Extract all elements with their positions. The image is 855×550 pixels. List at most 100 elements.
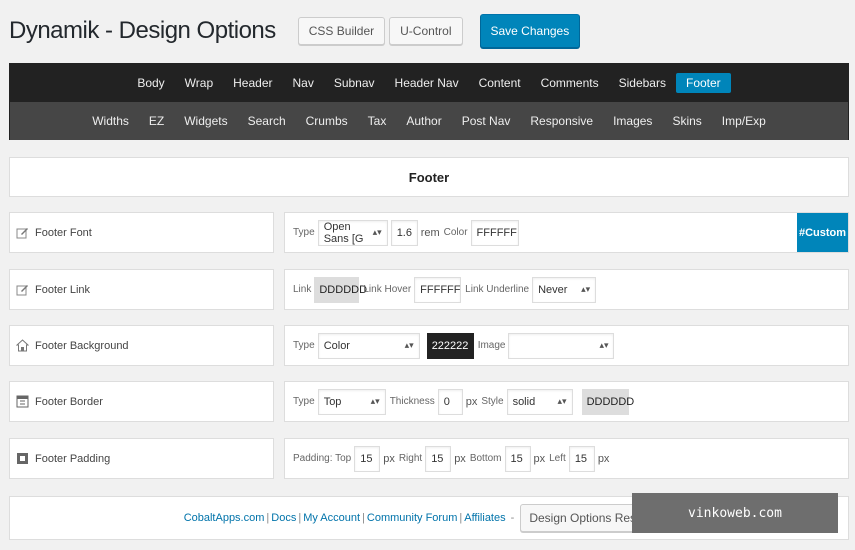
select-arrows-icon: ▴▾	[557, 396, 567, 406]
docs-link[interactable]: Docs	[271, 512, 296, 524]
row-label: Footer Border	[35, 395, 103, 408]
row-label: Footer Font	[35, 226, 92, 239]
link-underline-select[interactable]: Never ▴▾	[532, 276, 597, 303]
font-size-input[interactable]: 1.6	[390, 219, 418, 246]
row-label: Footer Link	[35, 283, 91, 296]
type-label: Type	[293, 227, 315, 238]
my-account-link[interactable]: My Account	[303, 512, 360, 524]
padding-icon	[16, 452, 29, 465]
padding-top-input[interactable]: 15	[354, 445, 381, 472]
section-title: Footer	[9, 157, 849, 197]
nav-row-bottom: Widths EZ Widgets Search Crumbs Tax Auth…	[10, 102, 848, 140]
border-type-select[interactable]: Top ▴▾	[317, 388, 386, 415]
link-label: Link	[293, 284, 312, 295]
tab-post-nav[interactable]: Post Nav	[452, 111, 521, 131]
tab-responsive[interactable]: Responsive	[520, 111, 603, 131]
tab-tax[interactable]: Tax	[358, 111, 397, 131]
footer-background-options: Type Color ▴▾ 222222 Image ▴▾	[284, 325, 849, 366]
home-icon	[16, 339, 29, 352]
link-color-input[interactable]: DDDDDD	[314, 276, 367, 303]
u-control-button[interactable]: U-Control	[389, 17, 463, 45]
footer-link-label: Footer Link	[9, 269, 274, 310]
footer-padding-options: Padding: Top 15 px Right 15 px Bottom 15…	[284, 438, 849, 479]
font-color-input[interactable]: FFFFFF	[470, 219, 519, 246]
style-label: Style	[481, 396, 504, 407]
page-header: Dynamik - Design Options CSS Builder U-C…	[9, 14, 584, 48]
bottom-links: CobaltApps.com | Docs | My Account | Community…	[184, 512, 517, 524]
footer-font-options: Type Open Sans [G ▴▾ 1.6 rem Color FFFFF…	[284, 212, 849, 253]
padding-top-label: Padding: Top	[293, 453, 352, 464]
type-label: Type	[293, 396, 315, 407]
footer-background-label: Footer Background	[9, 325, 274, 366]
padding-left-input[interactable]: 15	[568, 445, 595, 472]
tab-wrap[interactable]: Wrap	[175, 73, 223, 93]
background-color-input[interactable]: 222222	[426, 332, 474, 359]
separator: |	[298, 512, 302, 524]
color-label: Color	[443, 227, 468, 238]
font-type-select[interactable]: Open Sans [G ▴▾	[317, 219, 388, 246]
border-style-select[interactable]: solid ▴▾	[506, 388, 573, 415]
link-hover-label: Link Hover	[363, 284, 412, 295]
tab-comments[interactable]: Comments	[531, 73, 609, 93]
border-style-value: solid	[512, 395, 536, 408]
tab-widgets[interactable]: Widgets	[174, 111, 237, 131]
thickness-label: Thickness	[389, 396, 435, 407]
watermark: vinkoweb.com	[632, 493, 838, 533]
padding-top-unit: px	[383, 452, 395, 465]
page-title: Dynamik - Design Options	[9, 17, 276, 44]
dash-separator: -	[510, 512, 515, 524]
padding-right-label: Right	[398, 453, 423, 464]
separator: |	[266, 512, 270, 524]
padding-right-unit: px	[454, 452, 466, 465]
footer-link-options: Link DDDDDD Link Hover FFFFFF Link Under…	[284, 269, 849, 310]
footer-font-label: Footer Font	[9, 212, 274, 253]
tab-skins[interactable]: Skins	[662, 111, 711, 131]
community-forum-link[interactable]: Community Forum	[367, 512, 457, 524]
tab-images[interactable]: Images	[603, 111, 662, 131]
font-type-value: Open Sans [G	[323, 220, 364, 245]
border-grid-icon	[16, 395, 29, 408]
row-label: Footer Background	[35, 339, 129, 352]
background-image-select[interactable]: ▴▾	[508, 332, 615, 359]
tab-imp-exp[interactable]: Imp/Exp	[712, 111, 776, 131]
tab-header[interactable]: Header	[223, 73, 282, 93]
border-color-input[interactable]: DDDDDD	[581, 388, 634, 415]
tab-widths[interactable]: Widths	[82, 111, 139, 131]
edit-icon	[16, 283, 29, 296]
css-builder-button[interactable]: CSS Builder	[297, 17, 386, 45]
custom-button[interactable]: #Custom	[797, 213, 848, 252]
padding-right-input[interactable]: 15	[425, 445, 452, 472]
save-changes-button[interactable]: Save Changes	[479, 14, 581, 48]
footer-padding-label: Footer Padding	[9, 438, 274, 479]
tab-crumbs[interactable]: Crumbs	[296, 111, 358, 131]
border-thickness-input[interactable]: 0	[437, 388, 463, 415]
padding-bottom-label: Bottom	[469, 453, 502, 464]
tab-author[interactable]: Author	[396, 111, 451, 131]
padding-bottom-unit: px	[533, 452, 546, 465]
image-label: Image	[477, 340, 506, 351]
link-underline-value: Never	[538, 283, 568, 296]
link-underline-label: Link Underline	[465, 284, 530, 295]
tab-footer[interactable]: Footer	[675, 73, 731, 93]
padding-left-unit: px	[597, 452, 610, 465]
tab-header-nav[interactable]: Header Nav	[385, 73, 469, 93]
separator: |	[459, 512, 463, 524]
affiliates-link[interactable]: Affiliates	[464, 512, 505, 524]
tab-sidebars[interactable]: Sidebars	[609, 73, 676, 93]
footer-border-options: Type Top ▴▾ Thickness 0 px Style solid ▴…	[284, 381, 849, 422]
padding-bottom-input[interactable]: 15	[504, 445, 531, 472]
select-arrows-icon: ▴▾	[370, 396, 380, 406]
tab-nav[interactable]: Nav	[282, 73, 323, 93]
tab-body[interactable]: Body	[127, 73, 174, 93]
select-arrows-icon: ▴▾	[372, 227, 382, 237]
link-hover-color-input[interactable]: FFFFFF	[414, 276, 462, 303]
select-arrows-icon: ▴▾	[599, 340, 609, 350]
footer-border-label: Footer Border	[9, 381, 274, 422]
tab-ez[interactable]: EZ	[139, 111, 174, 131]
background-type-select[interactable]: Color ▴▾	[317, 332, 420, 359]
tab-search[interactable]: Search	[238, 111, 296, 131]
padding-left-label: Left	[549, 453, 566, 464]
tab-content[interactable]: Content	[469, 73, 531, 93]
tab-subnav[interactable]: Subnav	[324, 73, 385, 93]
cobaltapps-link[interactable]: CobaltApps.com	[184, 512, 265, 524]
